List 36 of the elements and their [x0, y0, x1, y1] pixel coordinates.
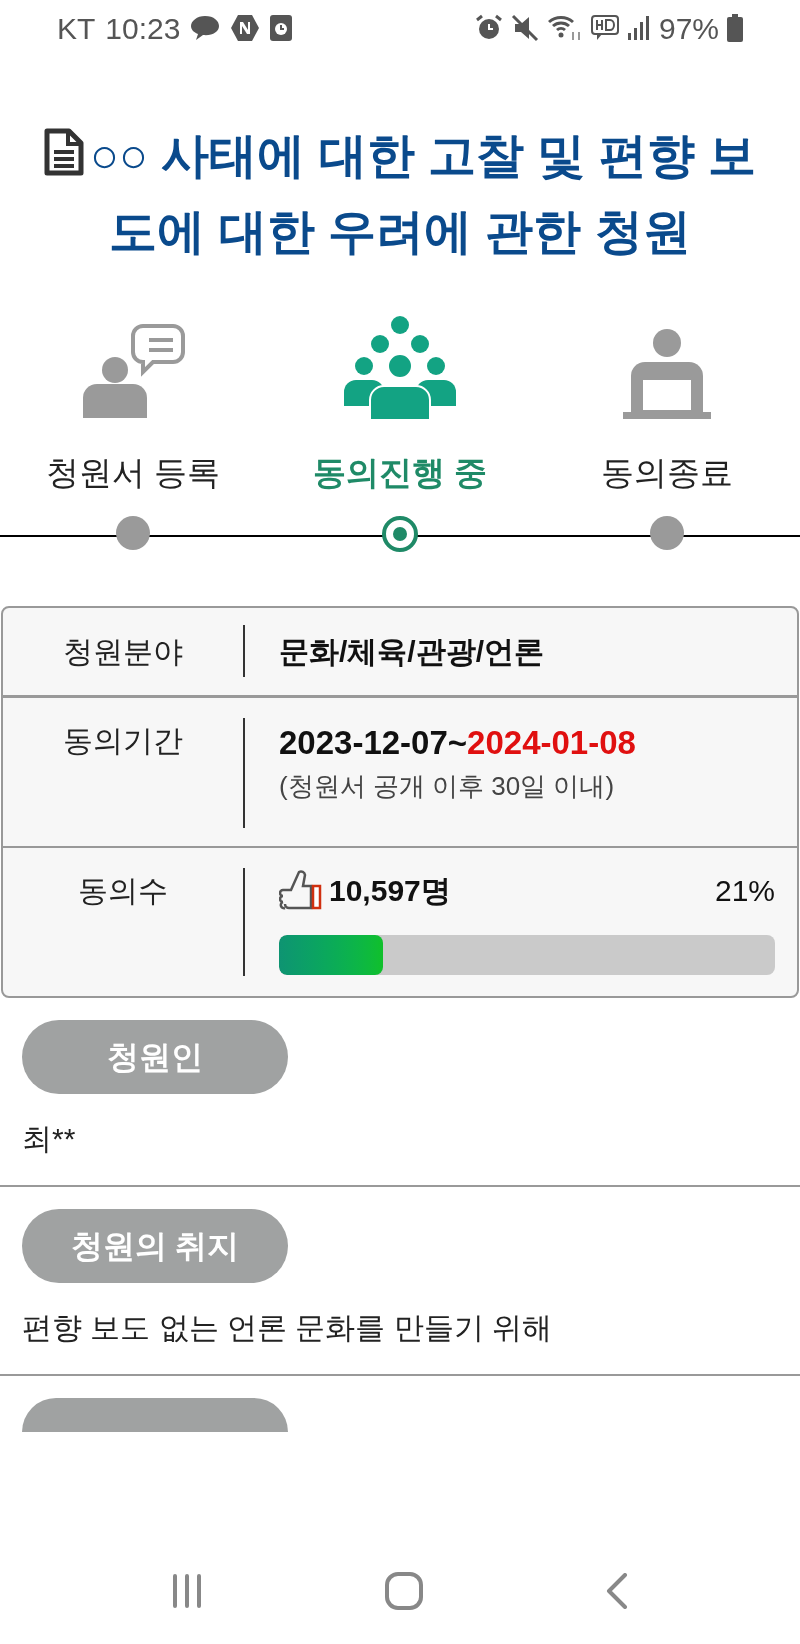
- period-dates: 2023-12-07~2024-01-08: [279, 722, 636, 763]
- agree-percent: 21%: [714, 872, 775, 909]
- agree-count: 10,597명: [329, 872, 451, 909]
- step-label: 청원서 등록: [46, 453, 221, 493]
- step-label: 동의종료: [600, 453, 733, 493]
- alarm-icon: [474, 14, 503, 42]
- petition-title: ○○ 사태에 대한 고찰 및 편향 보도에 대한 우려에 관한 청원: [36, 118, 764, 270]
- category-value: 문화/체육/관광/언론: [278, 633, 544, 670]
- section-heading: 청원의 취지: [22, 1208, 288, 1283]
- battery-percent: 97%: [658, 10, 719, 47]
- clock-app-icon: [270, 15, 293, 41]
- document-icon: [44, 128, 84, 176]
- hexagon-icon: [230, 14, 261, 42]
- crowd-icon: [342, 316, 458, 420]
- step-label: 동의진행 중: [312, 453, 488, 493]
- hd-icon: [590, 15, 619, 41]
- signal-icon: [626, 15, 651, 41]
- carrier: KT: [57, 10, 96, 47]
- battery-icon: [727, 14, 743, 42]
- home-icon[interactable]: [385, 1572, 423, 1610]
- wifi-icon: [546, 14, 583, 42]
- podium-icon: [620, 328, 713, 420]
- section-text: 편향 보도 없는 언론 문화를 만들기 위해: [22, 1309, 553, 1346]
- recent-apps-icon[interactable]: [171, 1574, 203, 1608]
- period-note: (청원서 공개 이후 30일 이내): [279, 770, 616, 803]
- clock: 10:23: [105, 10, 181, 47]
- chat-bubble-icon: [190, 15, 221, 41]
- thumbs-up-icon: [279, 868, 323, 912]
- speaker-icon: [81, 322, 186, 420]
- back-icon[interactable]: [605, 1573, 629, 1609]
- row-label: 청원분야: [62, 633, 184, 670]
- section-text: 최**: [22, 1120, 77, 1157]
- section-heading: 청원인: [22, 1019, 288, 1094]
- mute-icon: [510, 14, 539, 42]
- row-label: 동의기간: [62, 722, 184, 759]
- row-label: 동의수: [77, 872, 169, 909]
